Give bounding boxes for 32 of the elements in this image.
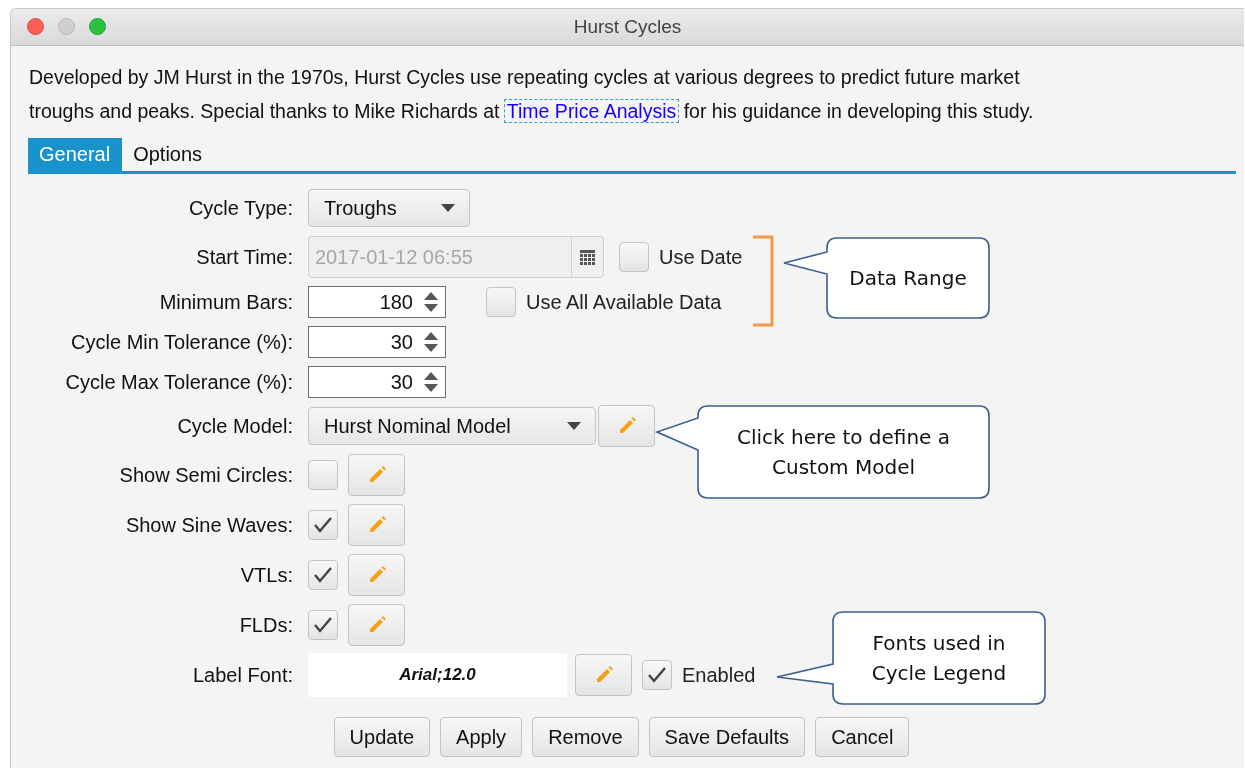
callout-text: Data Range: [849, 266, 967, 290]
font-field[interactable]: Arial;12.0: [308, 653, 567, 697]
checkbox-label: Enabled: [682, 663, 756, 687]
checkbox-label: Use Date: [659, 245, 743, 269]
number-field[interactable]: 30: [308, 366, 446, 398]
field-label: Label Font:: [191, 663, 293, 687]
field-label: VTLs:: [239, 563, 293, 587]
dropdown[interactable]: Hurst Nominal Model: [308, 407, 596, 445]
link[interactable]: Time Price Analysis: [504, 100, 679, 122]
field-label: Cycle Type:: [187, 196, 293, 220]
field-label: Minimum Bars:: [158, 290, 293, 314]
field-label: Cycle Min Tolerance (%):: [70, 330, 293, 354]
dialog-button[interactable]: Save Defaults: [648, 717, 806, 757]
tab[interactable]: Options: [122, 138, 215, 171]
callout-text: Fonts used in Cycle Legend: [871, 631, 1007, 685]
dialog-button[interactable]: Cancel: [815, 717, 910, 757]
callout-text: Click here to define a Custom Model: [736, 425, 951, 479]
dialog-button[interactable]: Remove: [532, 717, 639, 757]
field-label: FLDs:: [238, 613, 293, 637]
description-text: Developed by JM Hurst in the 1970s, Hurst Cycles use repeating cycles at various degrees to predict future market troughs and peaks. Special thanks to Mike Richards at Time Price Analysis for his guidance in developing this study.: [29, 65, 1035, 124]
number-field[interactable]: 30: [308, 326, 446, 358]
window-title: Hurst Cycles: [573, 16, 682, 38]
field-label: Start Time:: [195, 245, 293, 269]
dropdown[interactable]: Troughs: [308, 189, 470, 227]
field-label: Show Semi Circles:: [118, 463, 293, 487]
field-label: Cycle Max Tolerance (%):: [64, 370, 293, 394]
dialog-button[interactable]: Update: [333, 717, 431, 757]
number-field[interactable]: 180: [308, 286, 446, 318]
field-label: Show Sine Waves:: [124, 513, 293, 537]
dialog-button[interactable]: Apply: [440, 717, 523, 757]
checkbox-label: Use All Available Data: [526, 290, 722, 314]
field-label: Cycle Model:: [176, 414, 293, 438]
